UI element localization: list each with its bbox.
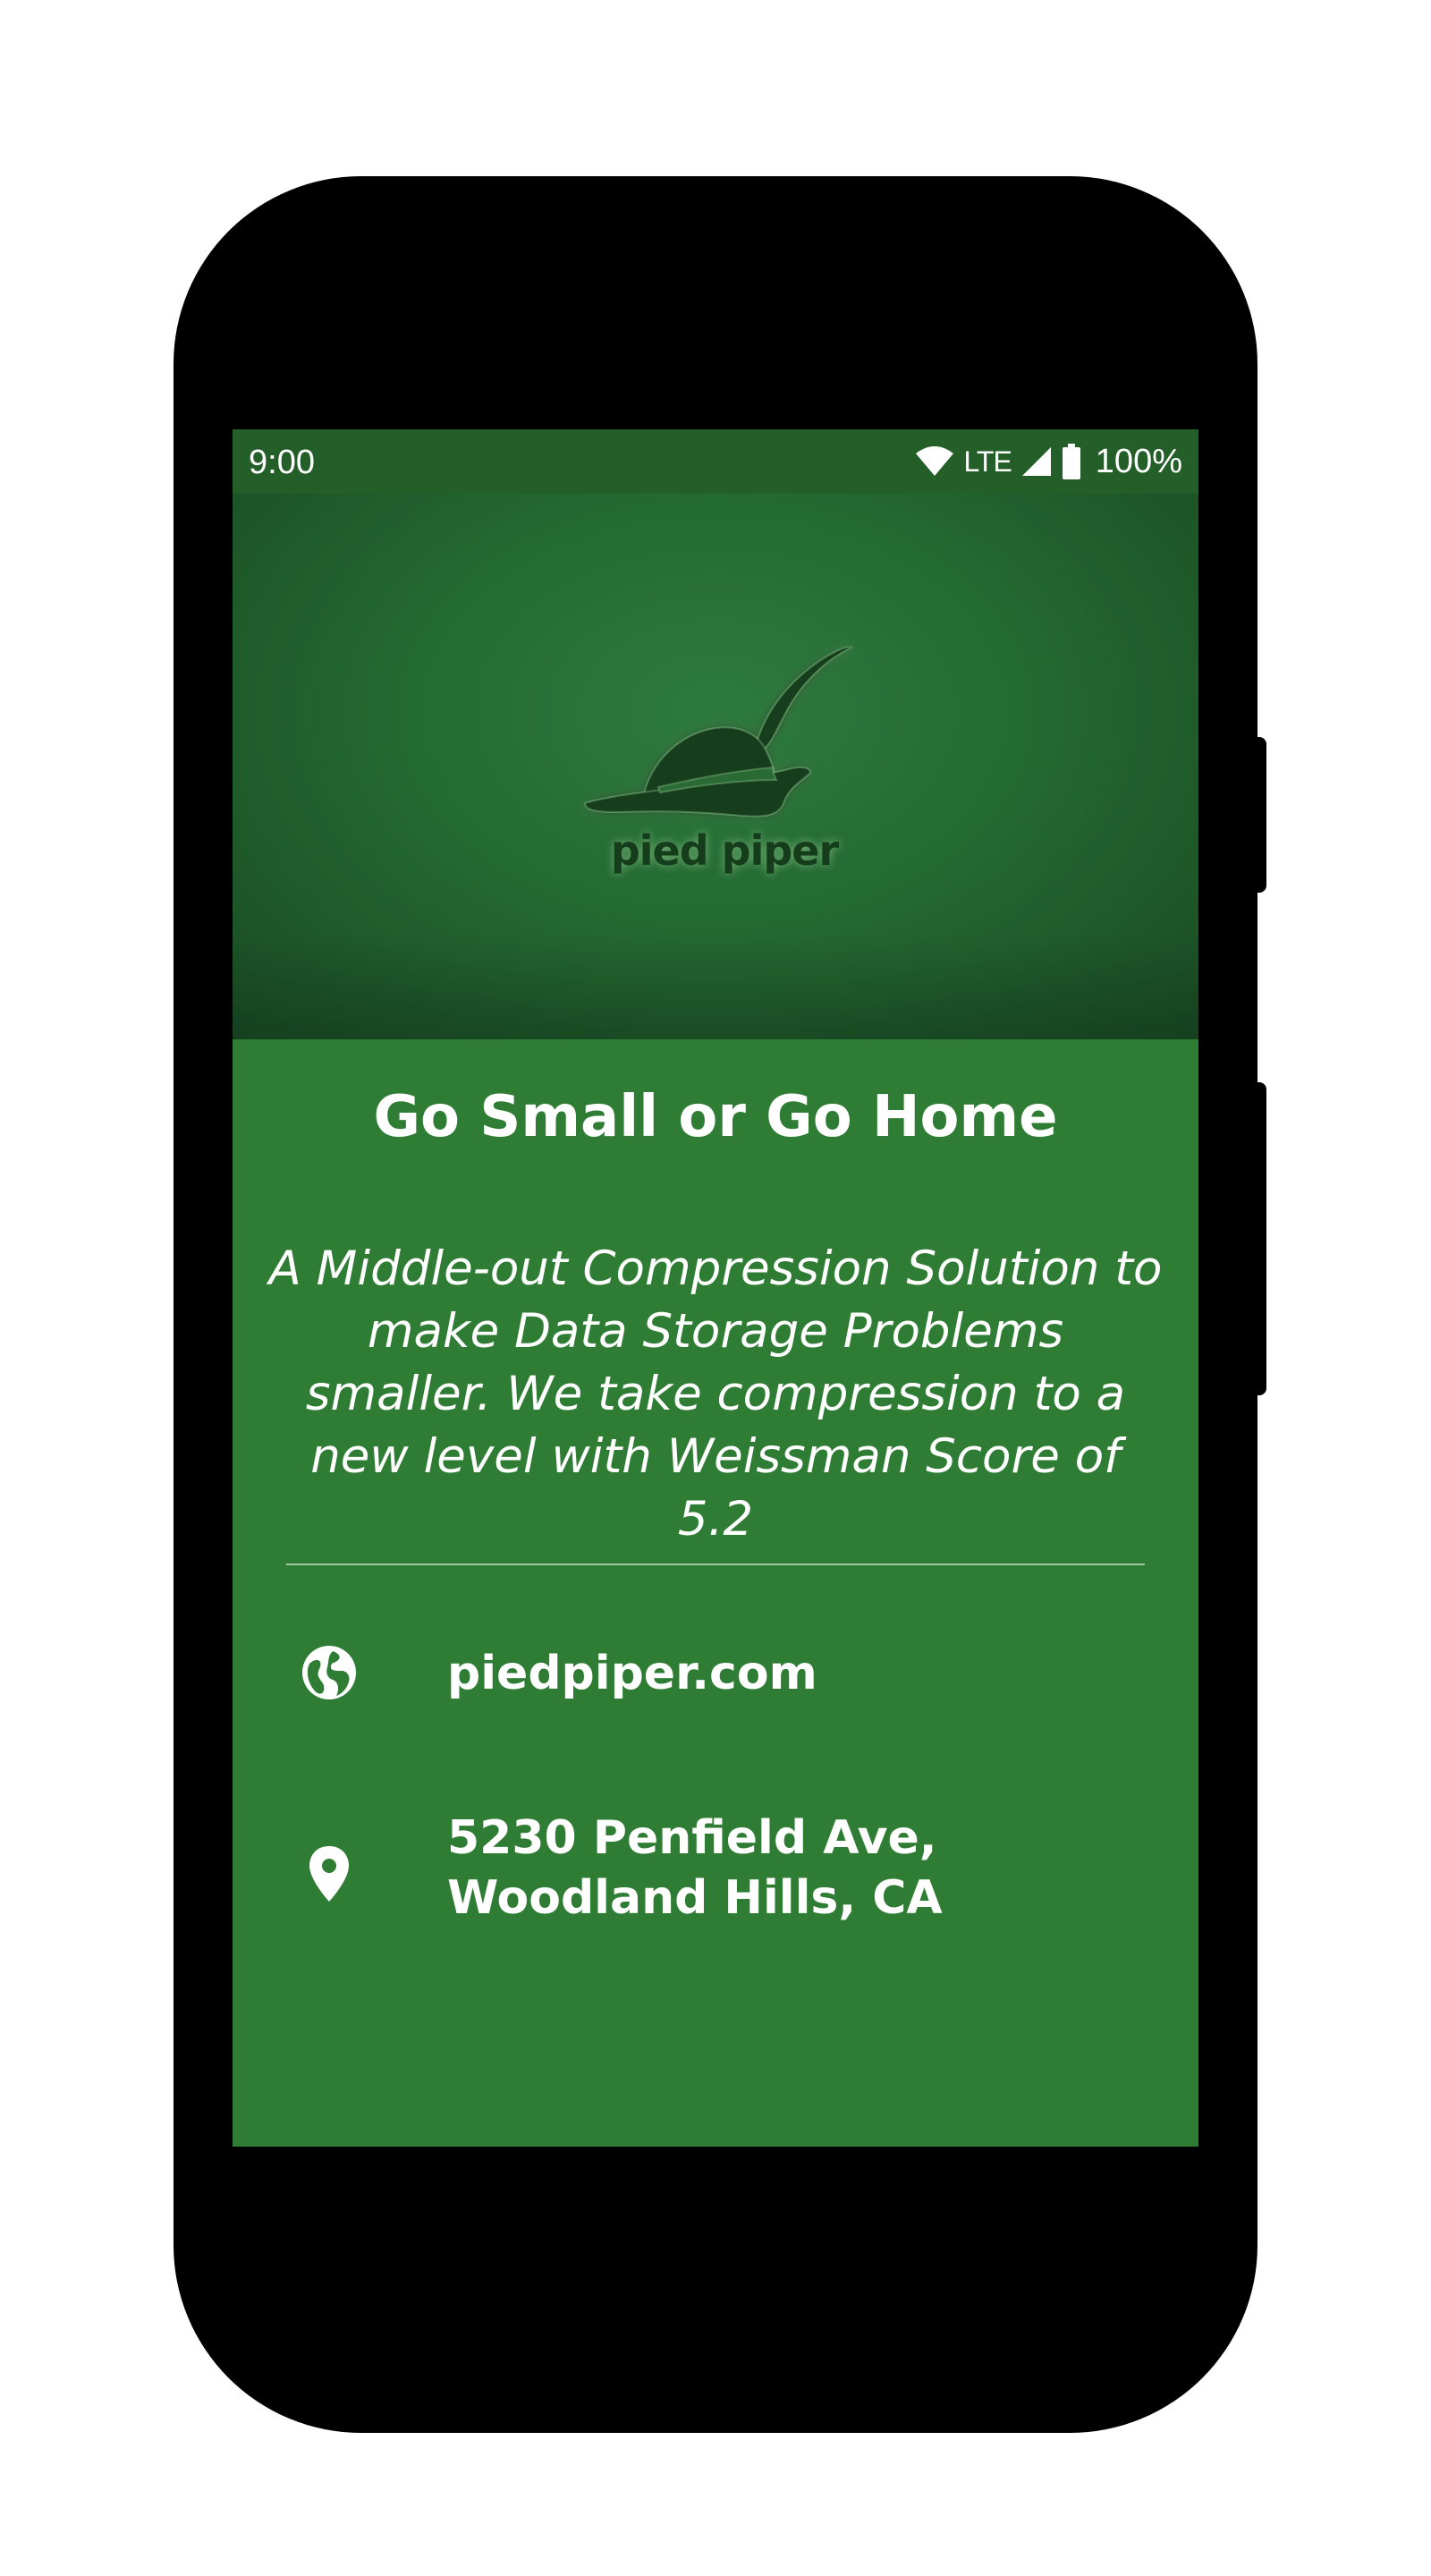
card-description: A Middle-out Compression Solution to mak… <box>268 1241 1163 1546</box>
status-bar: 9:00 LTE 100% <box>233 429 1198 494</box>
address-text[interactable]: 5230 Penfield Ave, Woodland Hills, CA <box>447 1809 1163 1928</box>
battery-icon <box>1062 444 1080 479</box>
divider <box>286 1563 1145 1565</box>
header-image: pied piper <box>233 494 1198 1039</box>
status-icons: LTE 100% <box>915 440 1182 483</box>
network-type: LTE <box>963 445 1012 478</box>
feather-hat-icon <box>583 646 853 818</box>
wifi-icon <box>916 446 954 476</box>
location-pin-icon <box>309 1846 349 1902</box>
cell-signal-icon <box>1021 447 1051 476</box>
card-title: Go Small or Go Home <box>373 1084 1058 1150</box>
pied-piper-logo: pied piper <box>581 628 868 914</box>
logo-wordmark: pied piper <box>610 826 839 875</box>
globe-icon <box>302 1646 356 1699</box>
battery-percentage: 100% <box>1095 442 1182 480</box>
status-time: 9:00 <box>249 444 315 481</box>
app-screen: 9:00 LTE 100% pied piper Go Small or Go … <box>233 429 1198 2147</box>
volume-button <box>1254 1082 1266 1395</box>
website-link[interactable]: piedpiper.com <box>447 1644 1163 1704</box>
stage: 9:00 LTE 100% pied piper Go Small or Go … <box>0 0 1431 2576</box>
power-button <box>1254 737 1266 893</box>
